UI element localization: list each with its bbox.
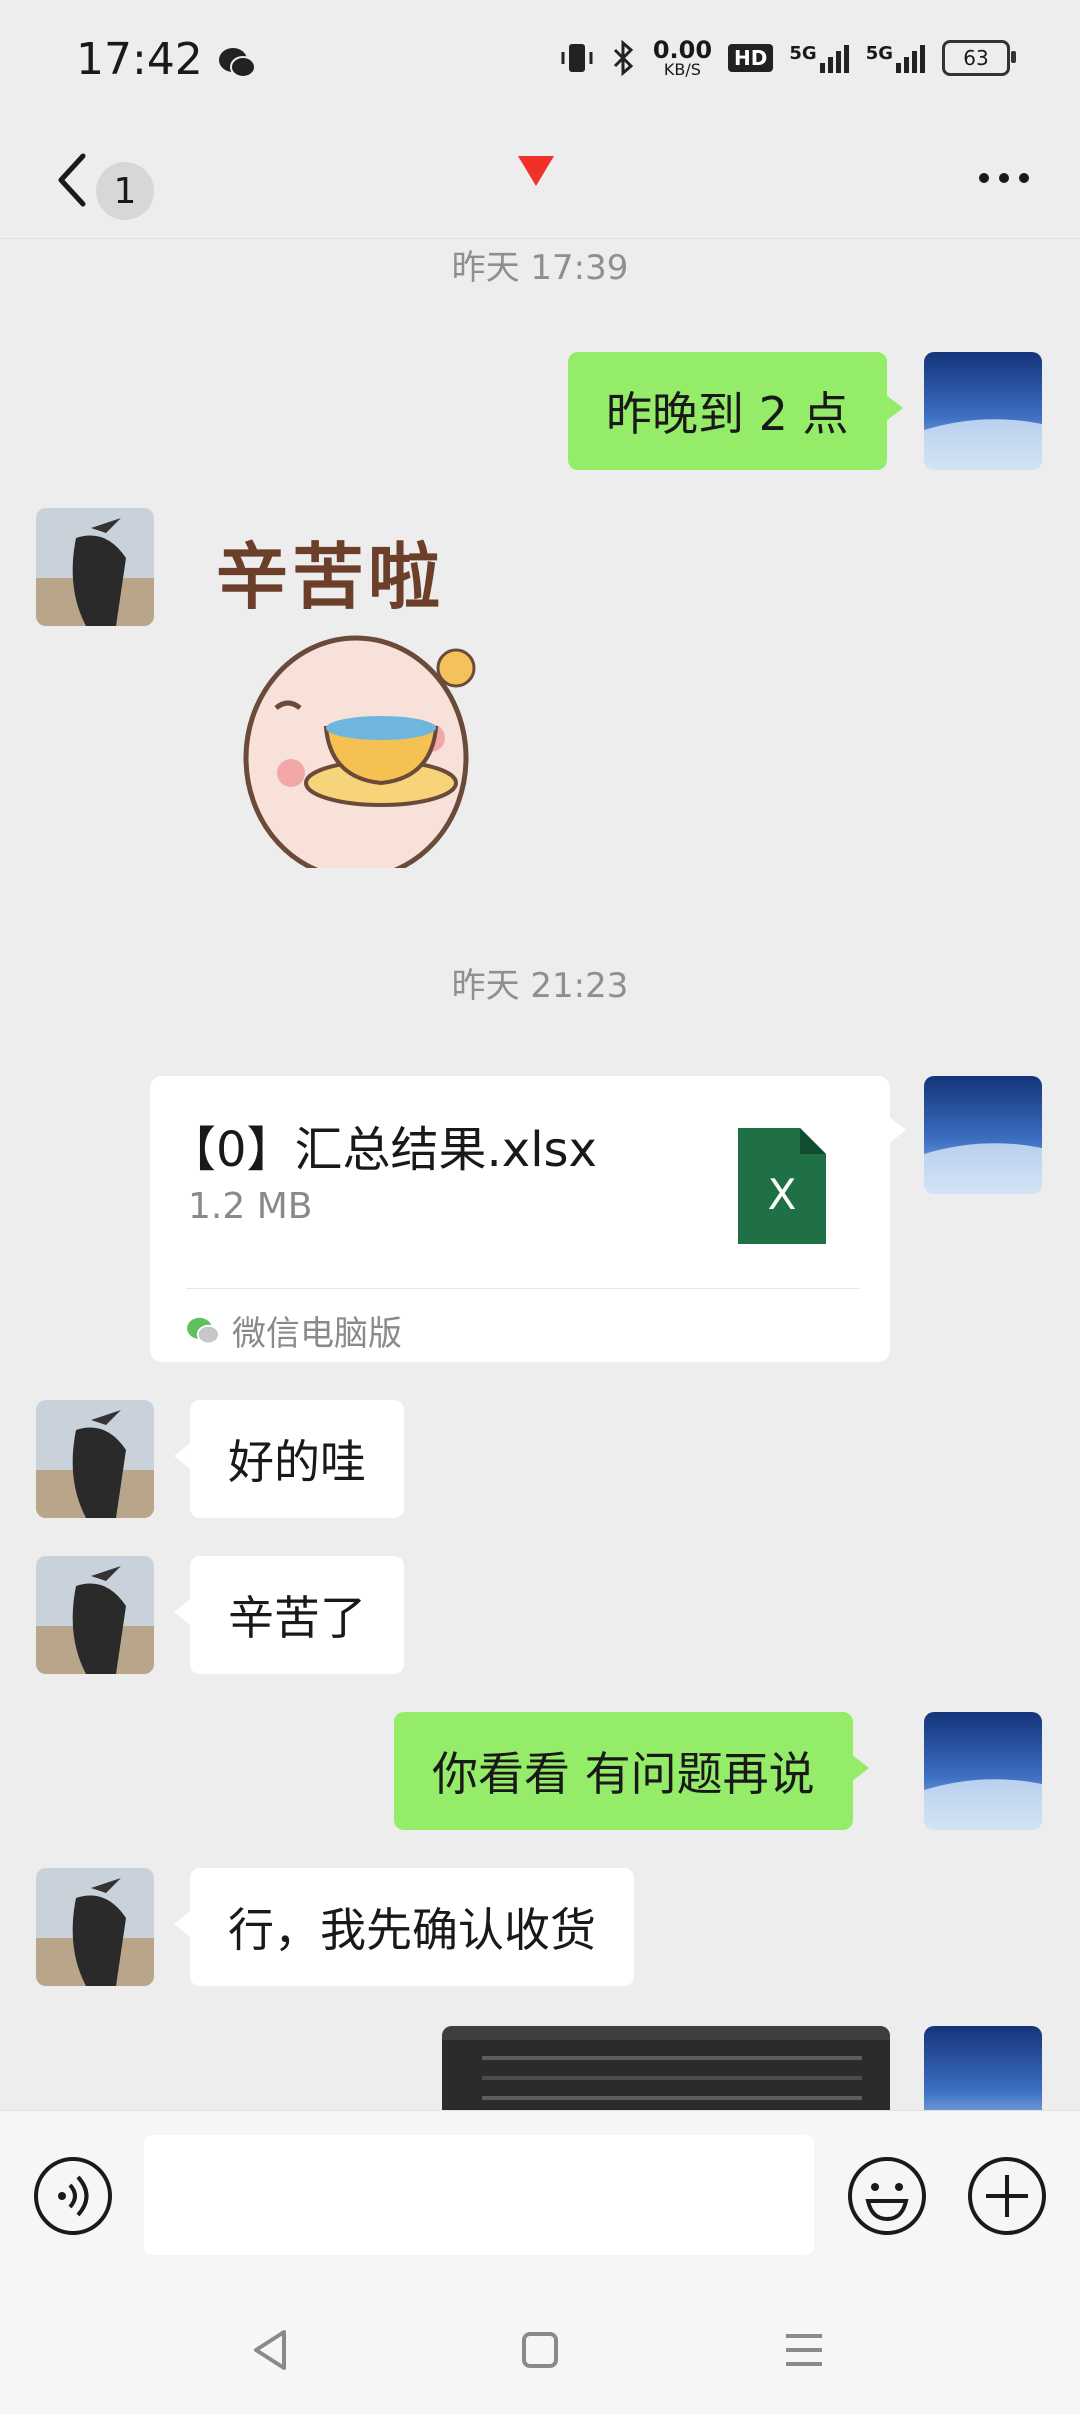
- signal-1: 5G: [789, 43, 849, 73]
- hd-badge: HD: [728, 44, 774, 72]
- sticker-message[interactable]: 辛苦啦: [206, 508, 526, 881]
- file-name: 【0】汇总结果.xlsx: [168, 1122, 597, 1178]
- received-message[interactable]: 辛苦了: [174, 1556, 404, 1674]
- contact-avatar[interactable]: [36, 1868, 154, 1986]
- my-avatar[interactable]: [924, 1076, 1042, 1194]
- image-message[interactable]: [442, 2026, 890, 2110]
- file-source: 微信电脑版: [186, 1306, 402, 1355]
- chat-title-bar: 1: [0, 130, 1080, 240]
- file-size: 1.2 MB: [188, 1186, 313, 1227]
- sent-message[interactable]: 你看看 有问题再说: [394, 1712, 869, 1830]
- sent-message[interactable]: 昨晚到 2 点: [568, 352, 903, 470]
- timestamp: 昨天 21:23: [451, 966, 629, 1006]
- contact-avatar[interactable]: [36, 508, 154, 626]
- nav-home-icon[interactable]: [510, 2320, 570, 2380]
- input-bar: [0, 2110, 1080, 2281]
- my-avatar[interactable]: [924, 352, 1042, 470]
- message-input[interactable]: [144, 2135, 814, 2255]
- wechat-icon: [187, 1317, 220, 1344]
- status-bar: 17:42 0.00 KB/S HD 5G 5G 63: [0, 0, 1080, 130]
- red-triangle-icon: [518, 156, 554, 186]
- received-message[interactable]: 行，我先确认收货: [174, 1868, 634, 1986]
- vibrate-icon: [561, 44, 593, 72]
- status-time: 17:42: [76, 34, 203, 85]
- signal-bars-icon: [896, 45, 925, 73]
- my-avatar[interactable]: [924, 1712, 1042, 1830]
- wechat-icon: [219, 48, 256, 78]
- bluetooth-icon: [613, 40, 634, 76]
- more-icon: [979, 173, 989, 183]
- contact-avatar[interactable]: [36, 1556, 154, 1674]
- excel-file-icon: X: [738, 1128, 826, 1244]
- timestamp: 昨天 17:39: [451, 248, 629, 288]
- file-card-divider: [186, 1288, 860, 1289]
- sticker-text: 辛苦啦: [216, 534, 445, 619]
- signal-2: 5G: [866, 43, 926, 73]
- received-message[interactable]: 好的哇: [174, 1400, 404, 1518]
- back-chevron-icon: [58, 153, 86, 207]
- emoji-icon[interactable]: [846, 2155, 928, 2237]
- chat-messages[interactable]: 昨天 17:39 昨晚到 2 点 辛苦啦 昨天 21:23 【0】汇总结果.xl…: [0, 240, 1080, 2110]
- signal-bars-icon: [819, 45, 849, 73]
- nav-back-icon[interactable]: [240, 2320, 300, 2380]
- add-icon[interactable]: [966, 2155, 1048, 2237]
- more-button[interactable]: [964, 148, 1044, 208]
- contact-avatar[interactable]: [36, 1400, 154, 1518]
- my-avatar[interactable]: [924, 2026, 1042, 2110]
- status-icons: 0.00 KB/S HD 5G 5G 63: [559, 36, 1016, 79]
- system-nav-bar: [0, 2280, 1080, 2414]
- net-speed: 0.00 KB/S: [652, 36, 713, 79]
- voice-icon[interactable]: [32, 2155, 114, 2237]
- battery-indicator: 63: [942, 40, 1016, 76]
- back-button[interactable]: [42, 140, 102, 220]
- unread-count-badge[interactable]: 1: [96, 162, 154, 220]
- title-divider: [0, 238, 1080, 239]
- nav-menu-icon[interactable]: [774, 2320, 834, 2380]
- file-message-card[interactable]: 【0】汇总结果.xlsx 1.2 MB X 微信电脑版: [150, 1076, 906, 1362]
